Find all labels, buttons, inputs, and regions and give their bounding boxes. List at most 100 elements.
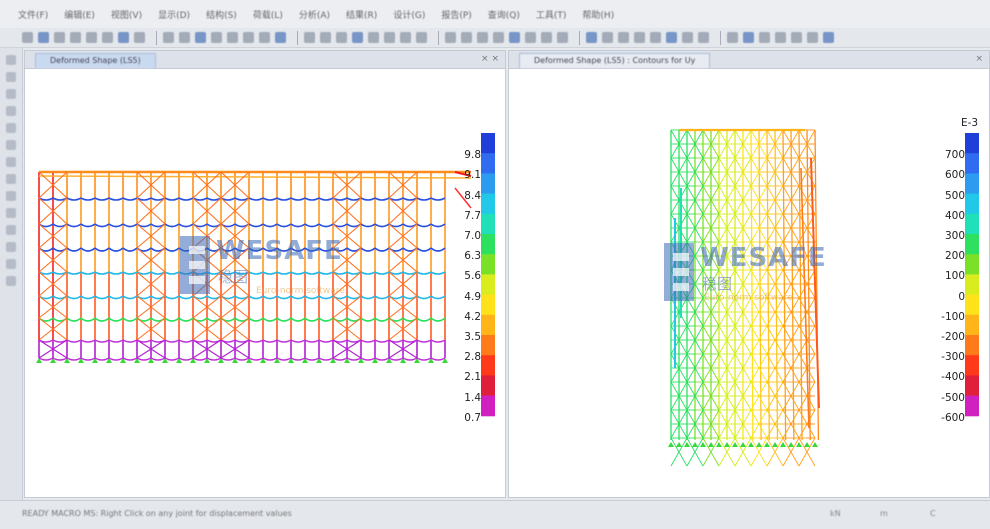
- menu-item-1[interactable]: 编辑(E): [64, 8, 95, 21]
- deflected-beam: [318, 197, 334, 201]
- legend-swatch: [965, 133, 979, 154]
- toolbar-tool-icon[interactable]: [477, 32, 488, 43]
- deflected-beam: [318, 339, 334, 343]
- deflected-beam: [122, 357, 138, 361]
- toolbar-tool-icon[interactable]: [54, 32, 65, 43]
- menu-item-3[interactable]: 显示(D): [158, 8, 190, 21]
- toolbar-tool-icon[interactable]: [118, 32, 129, 43]
- toolbar-tool-icon[interactable]: [134, 32, 145, 43]
- toolbar-tool-icon[interactable]: [304, 32, 315, 43]
- legend-value: 9.8: [464, 149, 481, 162]
- close-icon[interactable]: × ×: [481, 53, 499, 66]
- toolbar-tool-icon[interactable]: [682, 32, 693, 43]
- toolbar-tool-icon[interactable]: [743, 32, 754, 43]
- toolbar-tool-icon[interactable]: [461, 32, 472, 43]
- side-tool-icon[interactable]: [6, 242, 16, 252]
- toolbar-tool-icon[interactable]: [823, 32, 834, 43]
- toolbar-tool-icon[interactable]: [416, 32, 427, 43]
- menu-item-12[interactable]: 帮助(H): [582, 8, 614, 21]
- deflected-beam: [290, 197, 306, 201]
- deflected-beam: [108, 295, 124, 300]
- right-model-canvas[interactable]: [509, 68, 989, 498]
- toolbar-tool-icon[interactable]: [275, 32, 286, 43]
- menu-item-10[interactable]: 查询(Q): [488, 8, 520, 21]
- side-tool-icon[interactable]: [6, 174, 16, 184]
- toolbar-tool-icon[interactable]: [807, 32, 818, 43]
- side-tool-icon[interactable]: [6, 225, 16, 235]
- menu-item-0[interactable]: 文件(F): [18, 8, 48, 21]
- close-icon[interactable]: ×: [975, 53, 983, 66]
- toolbar-tool-icon[interactable]: [336, 32, 347, 43]
- side-tool-icon[interactable]: [6, 259, 16, 269]
- toolbar-tool-icon[interactable]: [493, 32, 504, 43]
- menu-item-6[interactable]: 分析(A): [299, 8, 330, 21]
- toolbar-tool-icon[interactable]: [384, 32, 395, 43]
- menu-item-7[interactable]: 结果(R): [346, 8, 377, 21]
- legend-value: 500: [944, 189, 965, 202]
- side-tool-icon[interactable]: [6, 191, 16, 201]
- toolbar-tool-icon[interactable]: [86, 32, 97, 43]
- toolbar-tool-icon[interactable]: [227, 32, 238, 43]
- toolbar-tool-icon[interactable]: [38, 32, 49, 43]
- menu-item-9[interactable]: 报告(P): [441, 8, 471, 21]
- toolbar-tool-icon[interactable]: [509, 32, 520, 43]
- legend-swatch: [481, 153, 495, 174]
- status-unit-length[interactable]: m: [880, 509, 888, 518]
- toolbar-tool-icon[interactable]: [70, 32, 81, 43]
- toolbar-tool-icon[interactable]: [618, 32, 629, 43]
- toolbar-tool-icon[interactable]: [22, 32, 33, 43]
- right-panel-tab[interactable]: Deformed Shape (LS5) : Contours for Uy: [519, 53, 711, 68]
- side-tool-icon[interactable]: [6, 72, 16, 82]
- toolbar-separator: [720, 30, 721, 45]
- toolbar-tool-icon[interactable]: [541, 32, 552, 43]
- toolbar-tool-icon[interactable]: [557, 32, 568, 43]
- side-tool-icon[interactable]: [6, 106, 16, 116]
- toolbar-tool-icon[interactable]: [727, 32, 738, 43]
- menu-item-4[interactable]: 结构(S): [206, 8, 237, 21]
- toolbar-tool-icon[interactable]: [259, 32, 270, 43]
- toolbar-tool-icon[interactable]: [445, 32, 456, 43]
- toolbar-tool-icon[interactable]: [650, 32, 661, 43]
- toolbar-tool-icon[interactable]: [791, 32, 802, 43]
- toolbar-tool-icon[interactable]: [102, 32, 113, 43]
- side-tool-icon[interactable]: [6, 123, 16, 133]
- toolbar-tool-icon[interactable]: [243, 32, 254, 43]
- toolbar-tool-icon[interactable]: [759, 32, 770, 43]
- left-view-panel[interactable]: Deformed Shape (LS5) × × WESAFE 稳图 Euro-…: [24, 50, 506, 498]
- side-tool-icon[interactable]: [6, 55, 16, 65]
- toolbar-tool-icon[interactable]: [525, 32, 536, 43]
- toolbar-tool-icon[interactable]: [195, 32, 206, 43]
- toolbar-tool-icon[interactable]: [179, 32, 190, 43]
- support-icon: [740, 442, 746, 447]
- toolbar-tool-icon[interactable]: [320, 32, 331, 43]
- toolbar-tool-icon[interactable]: [634, 32, 645, 43]
- toolbar-tool-icon[interactable]: [400, 32, 411, 43]
- toolbar-tool-icon[interactable]: [602, 32, 613, 43]
- menu-item-5[interactable]: 荷载(L): [253, 8, 283, 21]
- right-view-panel[interactable]: Deformed Shape (LS5) : Contours for Uy ×…: [508, 50, 990, 498]
- menu-item-8[interactable]: 设计(G): [393, 8, 425, 21]
- side-tool-icon[interactable]: [6, 140, 16, 150]
- toolbar-tool-icon[interactable]: [775, 32, 786, 43]
- side-tool-icon[interactable]: [6, 157, 16, 167]
- menu-item-11[interactable]: 工具(T): [536, 8, 567, 21]
- toolbar-tool-icon[interactable]: [211, 32, 222, 43]
- left-model-canvas[interactable]: [25, 68, 505, 498]
- status-unit-force[interactable]: kN: [830, 509, 841, 518]
- toolbar-tool-icon[interactable]: [666, 32, 677, 43]
- toolbar-tool-icon[interactable]: [163, 32, 174, 43]
- legend-swatch: [481, 234, 495, 255]
- left-panel-tab[interactable]: Deformed Shape (LS5): [35, 53, 156, 68]
- deflected-beam: [122, 295, 138, 300]
- support-icon: [700, 442, 706, 447]
- toolbar-tool-icon[interactable]: [368, 32, 379, 43]
- toolbar-tool-icon[interactable]: [352, 32, 363, 43]
- toolbar-tool-icon[interactable]: [586, 32, 597, 43]
- toolbar-tool-icon[interactable]: [698, 32, 709, 43]
- side-tool-icon[interactable]: [6, 276, 16, 286]
- side-tool-icon[interactable]: [6, 208, 16, 218]
- deflected-beam: [304, 223, 320, 228]
- side-tool-icon[interactable]: [6, 89, 16, 99]
- menu-item-2[interactable]: 视图(V): [111, 8, 142, 21]
- status-unit-temp[interactable]: C: [930, 509, 936, 518]
